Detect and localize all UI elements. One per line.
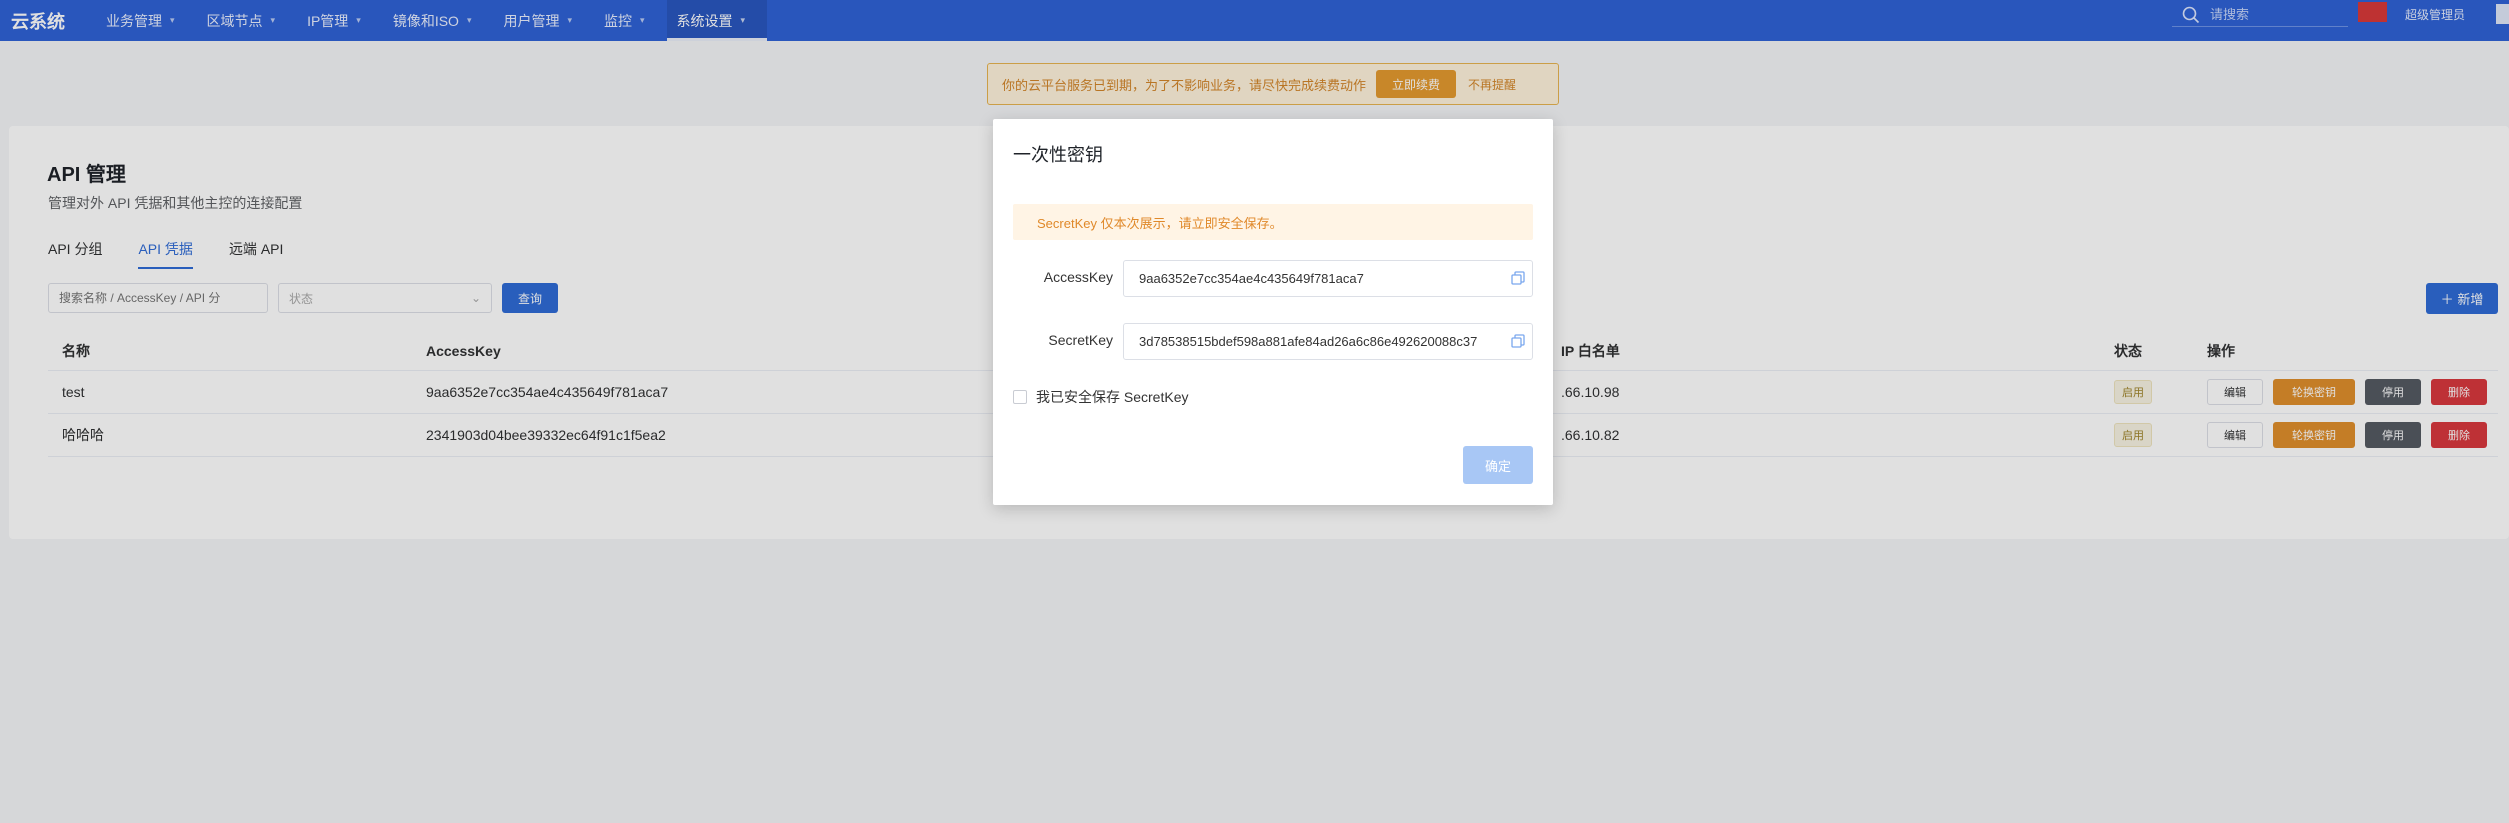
confirm-button[interactable]: 确定 (1463, 446, 1533, 484)
secret-key-label: SecretKey (1048, 332, 1113, 348)
secret-warning: SecretKey 仅本次展示，请立即安全保存。 (1013, 204, 1533, 240)
copy-icon[interactable] (1510, 333, 1526, 349)
secret-key-field[interactable]: 3d78538515bdef598a881afe84ad26a6c86e4926… (1123, 323, 1533, 360)
saved-checkbox[interactable] (1013, 390, 1027, 404)
one-time-key-modal: 一次性密钥 SecretKey 仅本次展示，请立即安全保存。 AccessKey… (993, 119, 1553, 505)
saved-confirmation[interactable]: 我已安全保存 SecretKey (1013, 387, 1188, 407)
modal-title: 一次性密钥 (1013, 145, 1103, 165)
saved-checkbox-label: 我已安全保存 SecretKey (1036, 389, 1189, 405)
secret-key-value: 3d78538515bdef598a881afe84ad26a6c86e4926… (1139, 334, 1478, 349)
access-key-label: AccessKey (1043, 269, 1113, 285)
access-key-value: 9aa6352e7cc354ae4c435649f781aca7 (1139, 271, 1364, 286)
copy-icon[interactable] (1510, 270, 1526, 286)
access-key-field[interactable]: 9aa6352e7cc354ae4c435649f781aca7 (1123, 260, 1533, 297)
